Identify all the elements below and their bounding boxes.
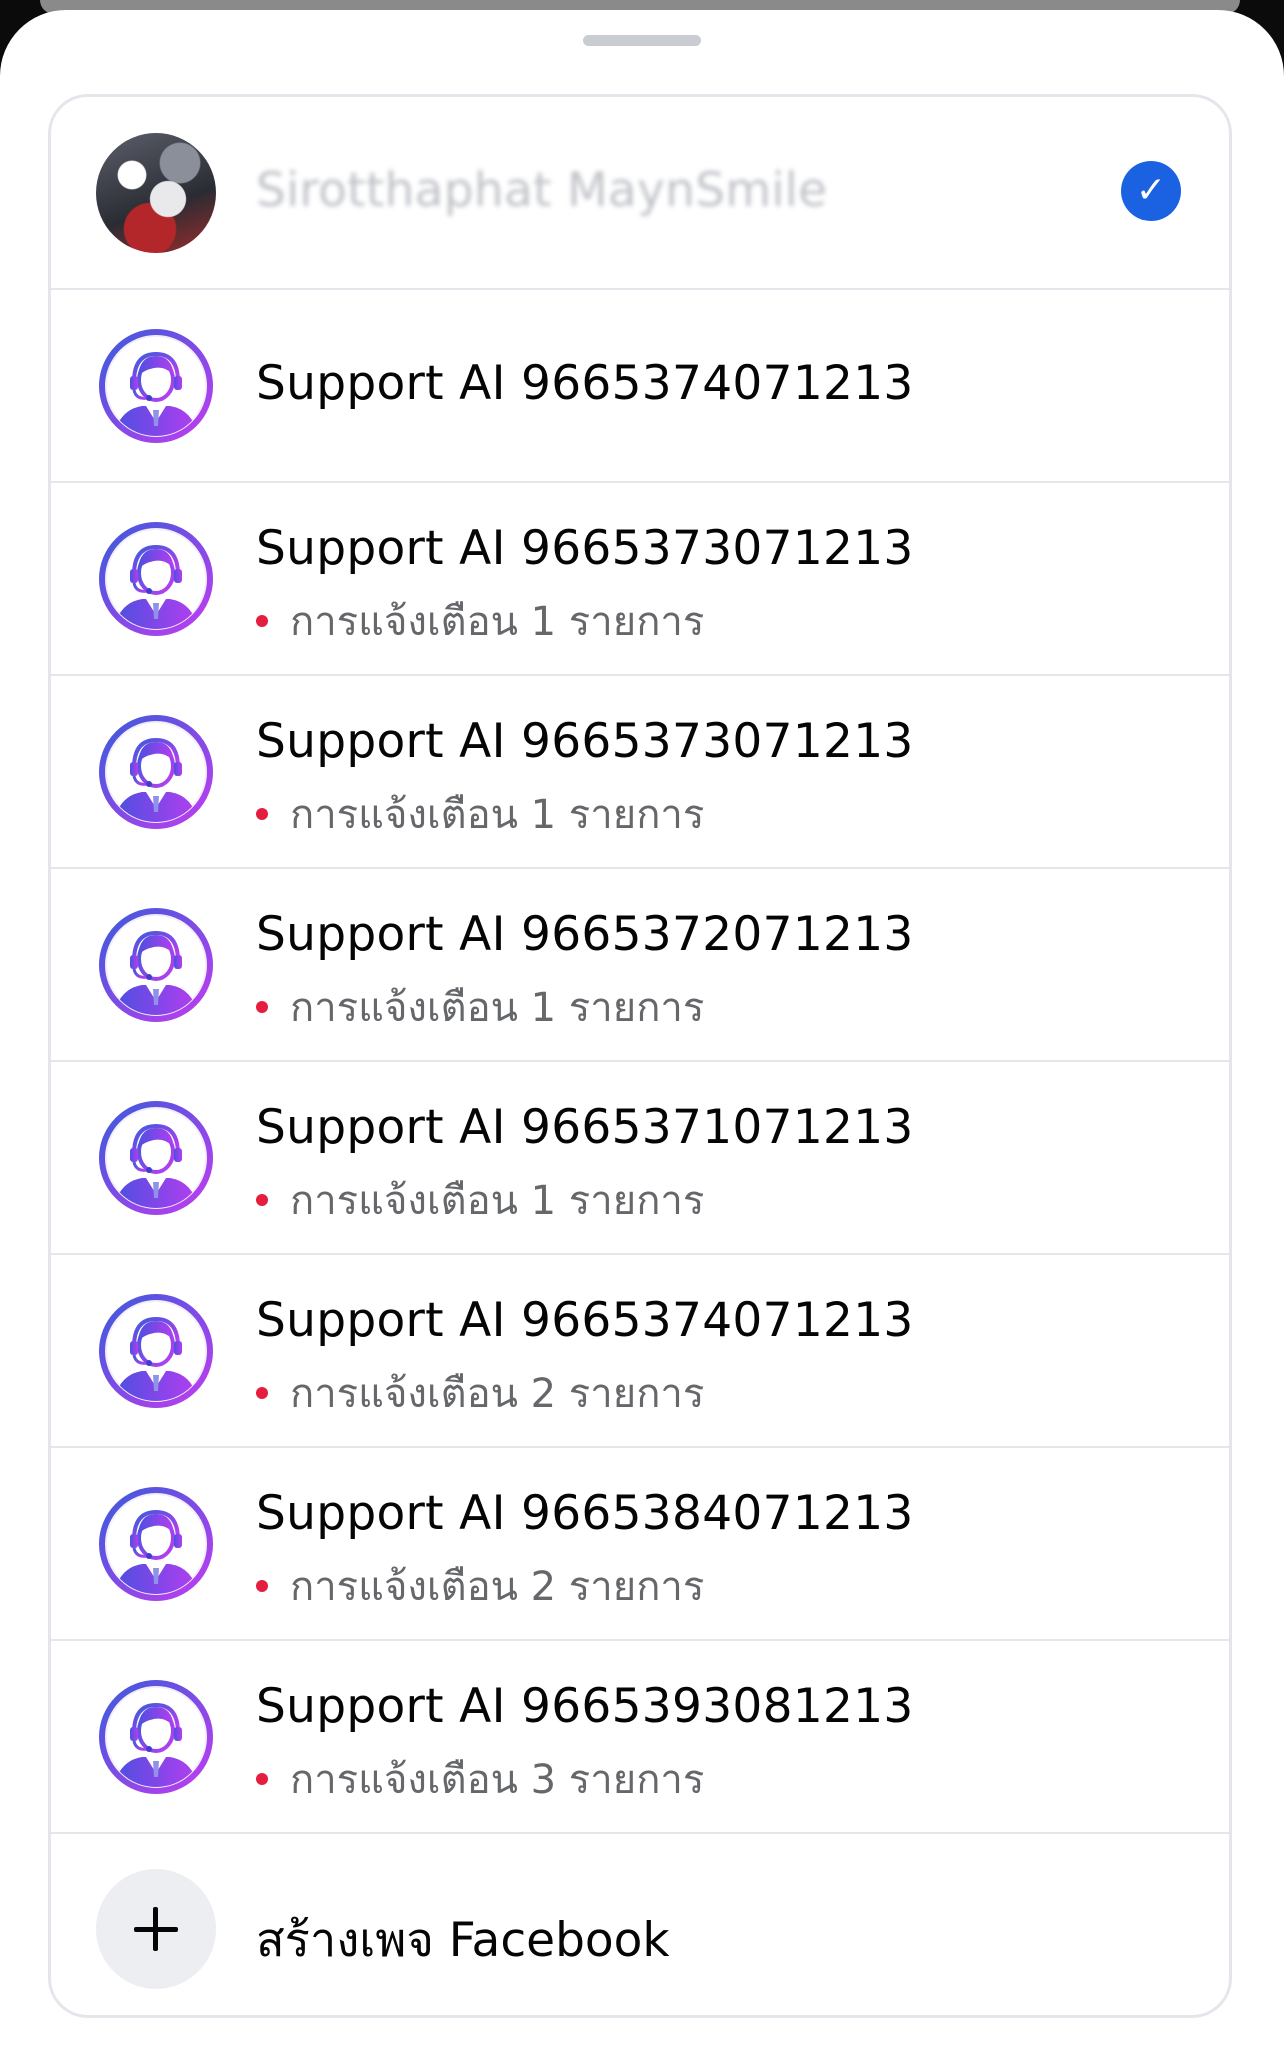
support-agent-avatar-icon [96,1291,216,1411]
notification-dot-icon [256,615,268,627]
profile-avatar [96,133,216,253]
notification-text: การแจ้งเตือน 2 รายการ [290,1371,705,1417]
support-agent-avatar-icon [96,712,216,832]
notification-count: การแจ้งเตือน 1 รายการ [256,975,704,1039]
support-agent-svg [99,908,213,1022]
notification-dot-icon [256,808,268,820]
page-name: Support AI 9665372071213 [256,907,914,962]
page-row[interactable]: Support AI 9665373071213 การแจ้งเตือน 1 … [51,676,1229,869]
page-row[interactable]: Support AI 9665373071213 การแจ้งเตือน 1 … [51,483,1229,676]
notification-count: การแจ้งเตือน 1 รายการ [256,589,704,653]
support-agent-svg [99,1294,213,1408]
create-page-label: สร้างเพจ Facebook [256,1913,670,1968]
page-name: Support AI 9665374071213 [256,1293,914,1348]
page-row[interactable]: Support AI 9665374071213 การแจ้งเตือน 2 … [51,1255,1229,1448]
support-agent-avatar-icon [96,905,216,1025]
support-agent-avatar-icon [96,1677,216,1797]
plus-icon [96,1869,216,1989]
page-name: Support AI 9665373071213 [256,714,914,769]
notification-count: การแจ้งเตือน 2 รายการ [256,1554,704,1618]
page-row[interactable]: Support AI 9665371071213 การแจ้งเตือน 1 … [51,1062,1229,1255]
sheet-grabber-handle[interactable] [583,35,701,46]
page-name: Support AI 9665393081213 [256,1679,914,1734]
notification-text: การแจ้งเตือน 2 รายการ [290,1564,705,1610]
notification-dot-icon [256,1773,268,1785]
notification-text: การแจ้งเตือน 3 รายการ [290,1757,705,1803]
notification-text: การแจ้งเตือน 1 รายการ [290,792,705,838]
notification-text: การแจ้งเตือน 1 รายการ [290,599,705,645]
support-agent-avatar-icon [96,1098,216,1218]
notification-dot-icon [256,1001,268,1013]
check-icon: ✓ [1121,161,1181,221]
support-agent-avatar-icon [96,326,216,446]
support-agent-svg [99,1487,213,1601]
support-agent-svg [99,522,213,636]
notification-dot-icon [256,1580,268,1592]
notification-dot-icon [256,1387,268,1399]
page-name: Support AI 9665384071213 [256,1486,914,1541]
profile-name: Sirotthaphat MaynSmile [256,163,828,218]
page-name: Support AI 9665374071213 [256,356,914,411]
support-agent-avatar-icon [96,1484,216,1604]
page-row[interactable]: Support AI 9665372071213 การแจ้งเตือน 1 … [51,869,1229,1062]
support-agent-avatar-icon [96,519,216,639]
notification-count: การแจ้งเตือน 1 รายการ [256,1168,704,1232]
profile-row[interactable]: Sirotthaphat MaynSmile ✓ [51,97,1229,290]
page-name: Support AI 9665373071213 [256,521,914,576]
support-agent-svg [99,1680,213,1794]
support-agent-svg [99,329,213,443]
support-agent-svg [99,715,213,829]
notification-count: การแจ้งเตือน 2 รายการ [256,1361,704,1425]
support-agent-svg [99,1101,213,1215]
notification-count: การแจ้งเตือน 3 รายการ [256,1747,704,1811]
page-row[interactable]: Support AI 9665393081213 การแจ้งเตือน 3 … [51,1641,1229,1834]
page-row[interactable]: Support AI 9665374071213 [51,290,1229,483]
account-switcher-sheet: Sirotthaphat MaynSmile ✓ Support AI 9665… [0,10,1284,2049]
plus-icon-vertical [153,1907,158,1951]
notification-text: การแจ้งเตือน 1 รายการ [290,985,705,1031]
notification-text: การแจ้งเตือน 1 รายการ [290,1178,705,1224]
page-row[interactable]: Support AI 9665384071213 การแจ้งเตือน 2 … [51,1448,1229,1641]
page-name: Support AI 9665371071213 [256,1100,914,1155]
accounts-list: Sirotthaphat MaynSmile ✓ Support AI 9665… [48,94,1232,2018]
notification-count: การแจ้งเตือน 1 รายการ [256,782,704,846]
create-page-button[interactable]: สร้างเพจ Facebook [51,1834,1229,2015]
notification-dot-icon [256,1194,268,1206]
